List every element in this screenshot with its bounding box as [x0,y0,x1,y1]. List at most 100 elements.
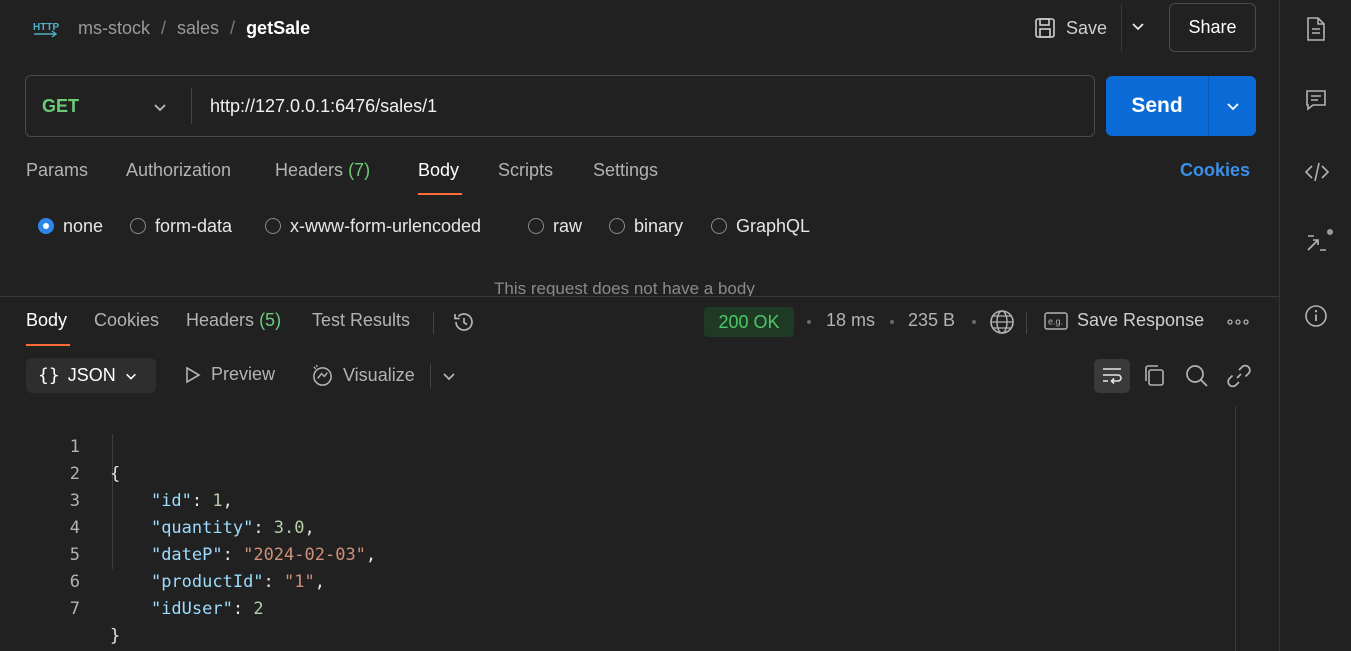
wrap-lines-button[interactable] [1094,359,1130,393]
tab-label: Headers [186,310,255,330]
chevron-down-icon[interactable] [441,368,457,384]
share-button[interactable]: Share [1169,3,1256,52]
braces-icon: {} [38,365,60,386]
globe-icon[interactable] [989,309,1015,335]
url-bar: GET http://127.0.0.1:6476/sales/1 [25,75,1095,137]
radio-label: none [63,215,104,236]
line-number: 2 [69,464,80,484]
chevron-down-icon [124,369,138,383]
chevron-down-icon [1132,23,1144,31]
breadcrumb-folder[interactable]: sales [177,18,219,39]
more-options-icon[interactable] [1227,313,1249,331]
http-request-icon: HTTP [32,17,60,39]
send-options-button[interactable] [1208,76,1256,136]
body-type-binary[interactable]: binary [609,214,683,238]
body-type-raw[interactable]: raw [528,214,582,238]
preview-button[interactable]: Preview [184,364,275,385]
save-icon [1034,17,1056,39]
code-text: "idUser": 2 [150,599,264,619]
body-type-graphql[interactable]: GraphQL [711,214,810,238]
search-icon[interactable] [1184,363,1210,389]
visualize-icon [311,364,334,387]
radio[interactable] [130,218,146,234]
tab-authorization[interactable]: Authorization [126,160,231,184]
code-snippet-icon[interactable] [1304,160,1330,184]
related-collections-icon[interactable] [1304,228,1334,256]
svg-text:HTTP: HTTP [33,22,59,33]
separator-dot [972,320,976,324]
code-line: 6 "idUser": 2 [0,542,264,619]
method-select[interactable]: GET [42,76,79,136]
save-response-button[interactable]: e.g. Save Response [1044,310,1204,331]
copy-icon[interactable] [1142,363,1166,389]
status-badge[interactable]: 200 OK [704,307,794,337]
radio[interactable] [609,218,625,234]
history-icon[interactable] [452,310,476,334]
code-text: } [110,626,121,646]
response-time[interactable]: 18 ms [826,310,875,331]
play-icon [184,365,202,385]
divider [1121,4,1122,52]
radio-label: raw [553,215,583,236]
response-tab-headers[interactable]: Headers (5) [186,310,281,331]
breadcrumb-separator: / [230,17,236,38]
body-type-urlencoded[interactable]: x-www-form-urlencoded [265,214,481,238]
radio-selected[interactable] [38,218,54,234]
save-button[interactable]: Save [1034,12,1107,44]
radio[interactable] [528,218,544,234]
body-type-none[interactable]: none [38,214,103,238]
format-label: JSON [67,365,116,385]
cookies-link[interactable]: Cookies [1180,160,1250,181]
link-icon[interactable] [1226,363,1252,389]
divider [1026,312,1027,334]
code-line: 2 "id": 1, [0,434,233,511]
code-line: 1 { [0,407,121,484]
tab-params[interactable]: Params [26,160,88,184]
visualize-label: Visualize [343,365,415,385]
divider [430,364,431,388]
pane-resize-handle[interactable] [0,296,1279,297]
code-text: "dateP": "2024-02-03", [150,545,377,565]
visualize-button[interactable]: Visualize [311,364,415,387]
response-tab-body[interactable]: Body [26,310,67,331]
send-button[interactable]: Send [1106,76,1208,136]
breadcrumb-separator: / [161,17,167,38]
code-line: 4 "dateP": "2024-02-03", [0,488,376,565]
radio[interactable] [265,218,281,234]
tab-body[interactable]: Body [418,160,459,184]
editor-scrollbar-track[interactable] [1235,406,1236,651]
save-options-button[interactable] [1130,18,1146,34]
svg-text:e.g.: e.g. [1048,316,1063,326]
chevron-down-icon[interactable] [152,99,168,115]
tab-label: Headers [275,160,344,180]
response-size[interactable]: 235 B [908,310,955,331]
line-number: 1 [69,437,80,457]
radio-label: form-data [155,215,233,236]
save-response-label: Save Response [1077,310,1205,330]
wrap-lines-icon [1103,368,1122,385]
tab-scripts[interactable]: Scripts [498,160,553,184]
format-select[interactable]: {} JSON [26,358,156,393]
preview-label: Preview [211,364,276,384]
response-tab-test-results[interactable]: Test Results [312,310,410,331]
line-number: 6 [69,572,80,592]
line-number: 7 [69,599,80,619]
save-label: Save [1066,17,1108,38]
code-line: 5 "productId": "1", [0,515,325,592]
url-input[interactable]: http://127.0.0.1:6476/sales/1 [210,76,437,136]
chevron-down-icon [1226,103,1239,111]
comments-icon[interactable] [1304,88,1328,112]
separator-dot [807,320,811,324]
radio[interactable] [711,218,727,234]
body-type-form-data[interactable]: form-data [130,214,232,238]
documentation-icon[interactable] [1304,16,1328,42]
separator-dot [890,320,894,324]
response-tab-cookies[interactable]: Cookies [94,310,159,331]
header-count: (5) [259,310,282,330]
info-icon[interactable] [1304,304,1328,328]
breadcrumb-collection[interactable]: ms-stock [78,18,150,39]
tab-headers[interactable]: Headers (7) [275,160,370,184]
tab-settings[interactable]: Settings [593,160,658,184]
request-name[interactable]: getSale [246,18,310,39]
header-count: (7) [348,160,371,180]
